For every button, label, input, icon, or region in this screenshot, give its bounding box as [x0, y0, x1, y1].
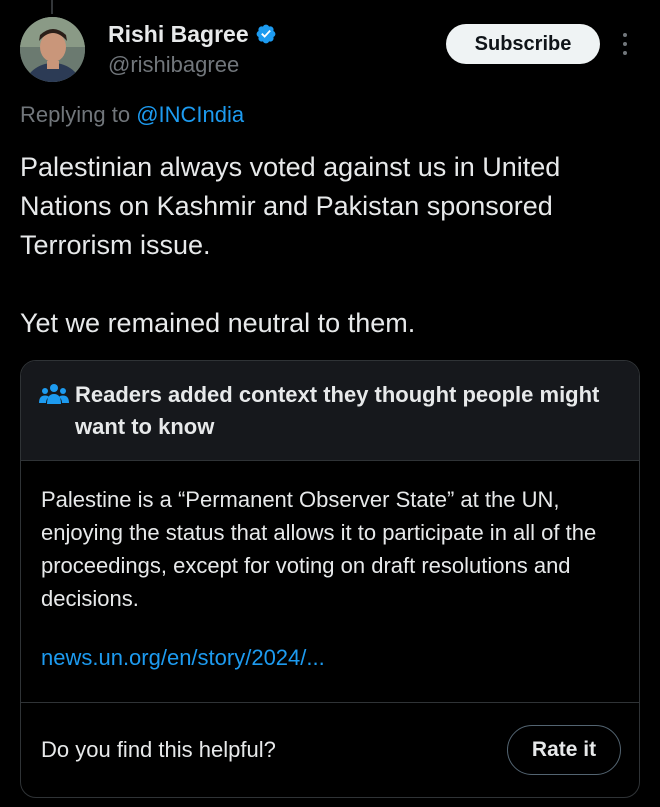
- name-row: Rishi Bagree: [108, 18, 277, 50]
- community-note-source-link[interactable]: news.un.org/en/story/2024/...: [41, 645, 619, 671]
- community-note-title: Readers added context they thought peopl…: [75, 382, 600, 439]
- community-note-card: Readers added context they thought peopl…: [20, 360, 640, 798]
- rate-it-button[interactable]: Rate it: [507, 725, 621, 775]
- more-dot: [623, 33, 627, 37]
- tweet-text: Palestinian always voted against us in U…: [20, 148, 640, 343]
- community-note-text: Palestine is a “Permanent Observer State…: [41, 487, 597, 611]
- mention-link[interactable]: @INCIndia: [136, 102, 244, 127]
- tweet-paragraph: Palestinian always voted against us in U…: [20, 152, 561, 260]
- subscribe-button[interactable]: Subscribe: [446, 24, 600, 64]
- replying-prefix: Replying to: [20, 102, 131, 127]
- thread-connector-line: [51, 0, 53, 14]
- helpful-question: Do you find this helpful?: [41, 737, 276, 762]
- replying-to: Replying to @INCIndia: [20, 102, 244, 128]
- people-icon: [39, 384, 69, 404]
- avatar-image: [20, 17, 85, 82]
- community-note-footer: Do you find this helpful? Rate it: [21, 703, 639, 797]
- handle[interactable]: @rishibagree: [108, 52, 277, 78]
- more-dot: [623, 51, 627, 55]
- verified-badge-icon[interactable]: [255, 23, 277, 45]
- display-name[interactable]: Rishi Bagree: [108, 21, 249, 48]
- author-block: Rishi Bagree @rishibagree: [108, 18, 277, 78]
- tweet-paragraph: Yet we remained neutral to them.: [20, 308, 416, 338]
- more-vertical-icon[interactable]: [618, 30, 632, 58]
- avatar[interactable]: [20, 17, 85, 82]
- more-dot: [623, 42, 627, 46]
- community-note-header: Readers added context they thought peopl…: [21, 361, 639, 461]
- community-note-body: Palestine is a “Permanent Observer State…: [21, 461, 639, 703]
